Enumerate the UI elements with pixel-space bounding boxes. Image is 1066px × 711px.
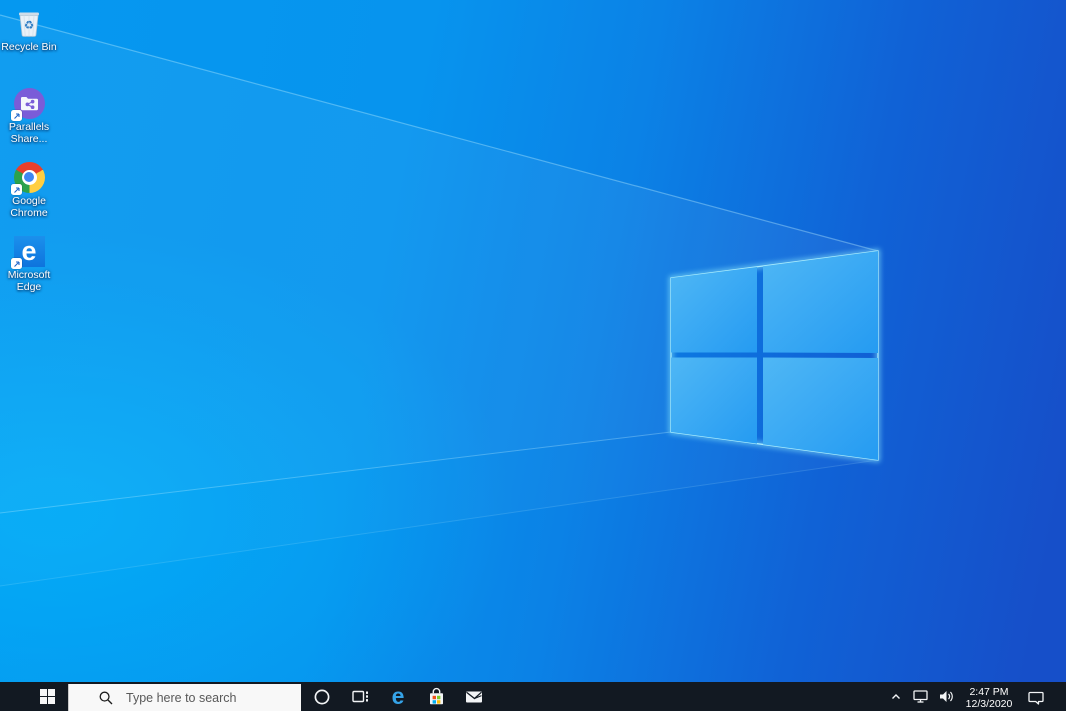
taskbar: e (0, 682, 1066, 711)
desktop-wallpaper (0, 0, 1066, 711)
shortcut-arrow-badge (11, 258, 22, 269)
chevron-up-icon (892, 693, 900, 699)
start-button[interactable] (26, 682, 68, 711)
recycle-bin-icon: ♻ (19, 12, 39, 37)
tray-clock[interactable]: 2:47 PM 12/3/2020 (959, 684, 1019, 710)
shortcut-arrow-badge (11, 184, 22, 195)
windows-start-icon (39, 689, 55, 704)
taskbar-button-task-view[interactable] (341, 682, 379, 711)
desktop-icon-parallels-shared[interactable]: Parallels Share... (1, 86, 57, 160)
shortcut-arrow-badge (11, 110, 22, 121)
windows-logo (669, 249, 880, 462)
svg-text:♻: ♻ (24, 20, 34, 32)
tray-volume-button[interactable] (933, 682, 959, 711)
clock-time: 2:47 PM (969, 685, 1009, 698)
desktop-icon-label: Edge (16, 280, 42, 293)
taskbar-button-mail[interactable] (455, 682, 493, 711)
desktop-icon-label: Recycle Bin (1, 41, 57, 53)
desktop-icon-recycle-bin[interactable]: ♻ Recycle Bin (1, 6, 57, 86)
taskbar-app-buttons: e (303, 682, 493, 711)
system-tray: 2:47 PM 12/3/2020 (885, 682, 1066, 711)
cortana-circle-icon (314, 689, 330, 704)
search-input[interactable] (124, 689, 301, 706)
network-ethernet-icon (912, 690, 928, 703)
desktop-icon-label: Microsoft (7, 269, 51, 281)
search-icon (99, 691, 113, 704)
taskbar-button-store[interactable] (417, 682, 455, 711)
desktop-icon-column: ♻ Recycle Bin Parallels Share... Google … (1, 6, 57, 308)
desktop-icon-label: Google (12, 195, 46, 207)
task-view-icon (351, 690, 368, 703)
action-center-button[interactable] (1019, 682, 1053, 711)
taskbar-button-cortana[interactable] (303, 682, 341, 711)
store-bag-icon (429, 687, 443, 705)
speaker-volume-icon (939, 691, 953, 702)
desktop-icon-label: Share... (10, 132, 48, 145)
taskbar-button-edge[interactable]: e (379, 682, 417, 711)
clock-date: 12/3/2020 (965, 697, 1013, 710)
desktop-icon-label: Parallels (8, 121, 50, 133)
desktop-icon-google-chrome[interactable]: Google Chrome (1, 160, 57, 234)
windows-desktop: ♻ Recycle Bin Parallels Share... Google … (0, 0, 1066, 711)
desktop-icon-label: Chrome (10, 206, 48, 219)
edge-e-icon: e (391, 683, 405, 709)
taskbar-search-box[interactable] (68, 684, 301, 711)
action-center-icon (1028, 691, 1044, 705)
desktop-icon-microsoft-edge[interactable]: e Microsoft Edge (1, 234, 57, 308)
wallpaper-light-rays-and-logo (0, 14, 880, 587)
tray-hidden-icons-button[interactable] (885, 682, 907, 711)
mail-envelope-icon (466, 691, 482, 702)
tray-network-button[interactable] (907, 682, 933, 711)
